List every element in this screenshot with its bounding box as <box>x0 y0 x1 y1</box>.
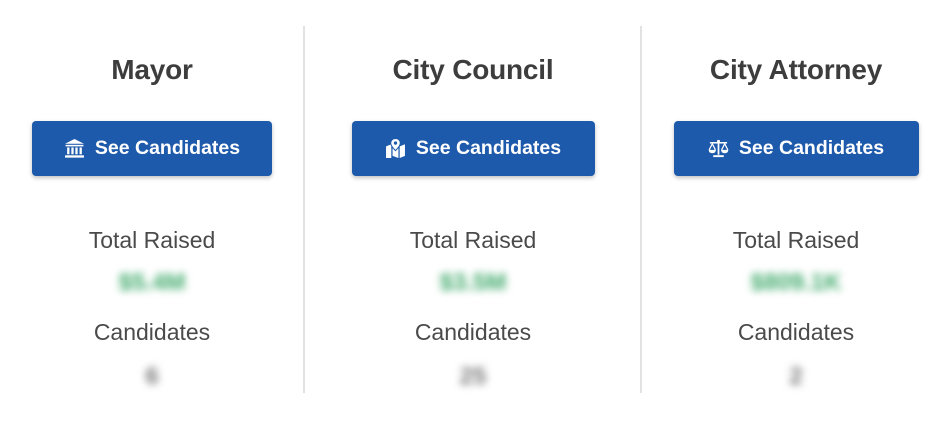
see-candidates-button-mayor[interactable]: See Candidates <box>32 121 272 176</box>
total-raised-label: Total Raised <box>732 227 860 253</box>
button-label: See Candidates <box>94 137 241 159</box>
candidates-count: 6 <box>145 363 159 390</box>
candidates-count: 2 <box>789 363 803 390</box>
see-candidates-button-city-council[interactable]: See Candidates <box>351 121 595 176</box>
candidates-label: Candidates <box>414 319 532 345</box>
candidates-label: Candidates <box>93 319 211 345</box>
candidates-count: 25 <box>459 363 487 390</box>
building-columns-icon <box>64 139 84 158</box>
total-raised-label: Total Raised <box>88 227 216 253</box>
office-title: City Council <box>392 54 554 85</box>
candidates-label: Candidates <box>737 319 855 345</box>
see-candidates-button-city-attorney[interactable]: See Candidates <box>673 121 919 176</box>
button-label: See Candidates <box>415 137 562 159</box>
office-title: City Attorney <box>709 54 883 85</box>
scale-balanced-icon <box>708 139 729 158</box>
office-card-city-council: City Council See Candidates Total Raised… <box>306 0 640 433</box>
total-raised-value: $3.5M <box>439 269 507 296</box>
total-raised-value: $5.4M <box>118 269 186 296</box>
office-card-city-attorney: City Attorney See Candidates Total Raise… <box>642 0 950 433</box>
total-raised-label: Total Raised <box>409 227 537 253</box>
total-raised-value: $809.1K <box>750 269 842 296</box>
office-title: Mayor <box>111 54 193 85</box>
column-divider <box>303 26 305 393</box>
map-location-icon <box>385 138 405 158</box>
office-card-mayor: Mayor See Candidates Total Raised $5.4M … <box>0 0 304 433</box>
offices-row: Mayor See Candidates Total Raised $5.4M … <box>0 0 950 433</box>
button-label: See Candidates <box>738 137 885 159</box>
